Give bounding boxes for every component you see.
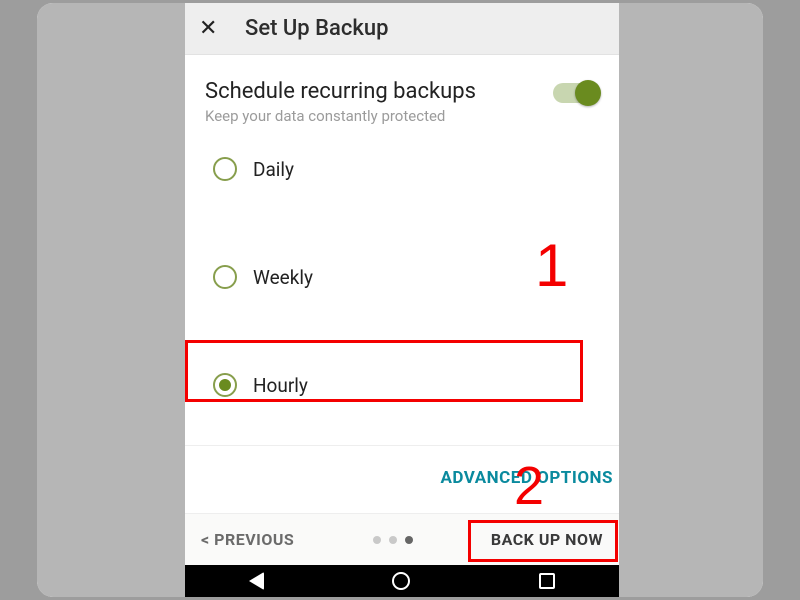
annotation-number-2: 2 — [514, 455, 544, 517]
tutorial-frame: ✕ Set Up Backup Schedule recurring backu… — [37, 3, 763, 597]
page-dots — [373, 536, 413, 544]
wizard-footer: < PREVIOUS BACK UP NOW — [185, 513, 619, 565]
close-icon[interactable]: ✕ — [199, 16, 227, 41]
backup-now-button[interactable]: BACK UP NOW — [491, 530, 603, 549]
radio-icon — [213, 265, 237, 289]
annotation-number-1: 1 — [535, 231, 568, 300]
dot-active-icon — [405, 536, 413, 544]
radio-selected-icon — [213, 373, 237, 397]
option-label: Daily — [253, 158, 294, 181]
page-title: Set Up Backup — [245, 16, 388, 41]
option-hourly[interactable]: Hourly — [205, 359, 599, 411]
letterbox-left — [37, 3, 185, 597]
advanced-options-link[interactable]: ADVANCED OPTIONS — [185, 445, 619, 514]
option-label: Hourly — [253, 374, 308, 397]
schedule-title: Schedule recurring backups — [205, 79, 476, 104]
nav-recent-icon[interactable] — [539, 573, 555, 589]
letterbox-right — [619, 3, 763, 597]
toggle-knob-icon — [575, 80, 601, 106]
app-header: ✕ Set Up Backup — [185, 3, 619, 55]
option-daily[interactable]: Daily — [205, 143, 599, 195]
option-label: Weekly — [253, 266, 313, 289]
android-navbar — [185, 565, 619, 597]
dot-icon — [373, 536, 381, 544]
dot-icon — [389, 536, 397, 544]
nav-home-icon[interactable] — [392, 572, 410, 590]
phone-screen: ✕ Set Up Backup Schedule recurring backu… — [185, 3, 619, 597]
radio-icon — [213, 157, 237, 181]
schedule-toggle[interactable] — [553, 83, 599, 103]
schedule-subtitle: Keep your data constantly protected — [205, 107, 476, 125]
previous-button[interactable]: < PREVIOUS — [201, 530, 294, 549]
nav-back-icon[interactable] — [249, 572, 264, 590]
